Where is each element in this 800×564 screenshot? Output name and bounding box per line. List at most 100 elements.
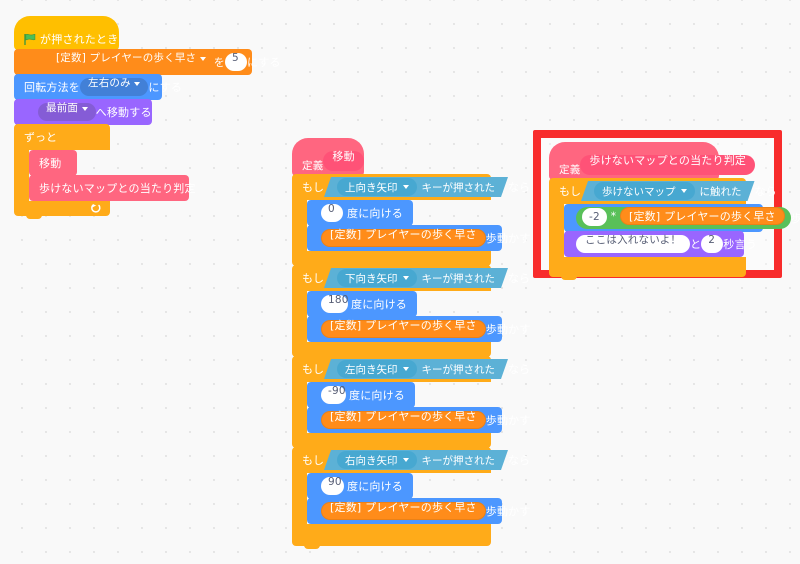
direction-input-up[interactable]: 0 <box>321 204 343 222</box>
set-value-input[interactable]: 5 <box>224 53 247 71</box>
variable-walk-speed[interactable]: [定数] プレイヤーの歩く早さ <box>321 411 486 429</box>
if-touching-foot <box>549 257 746 280</box>
if-down-arm <box>292 291 307 342</box>
layer-dropdown[interactable]: 最前面 <box>38 103 96 121</box>
then-label: なら <box>508 181 530 194</box>
block-if-up-arrow[interactable]: もし 上向き矢印 キーが押された なら 0 度に向ける [定数] プレイヤーの歩… <box>292 174 530 269</box>
move-steps-suffix: 歩動かす <box>485 231 531 245</box>
if-right-contents: 90 度に向ける [定数] プレイヤーの歩く早さ 歩動かす <box>307 473 530 527</box>
multiplier-input[interactable]: -2 <box>582 207 607 226</box>
block-move-negative-steps[interactable]: -2 * [定数] プレイヤーの歩く早さ 歩動かす <box>564 204 800 235</box>
forever-label-row: ずっと <box>14 124 110 150</box>
block-point-in-direction-down[interactable]: 180 度に向ける <box>307 291 417 320</box>
block-move-steps-left[interactable]: [定数] プレイヤーの歩く早さ 歩動かす <box>307 407 530 436</box>
forever-contents: 移動 歩けないマップとの当たり判定 <box>29 150 196 204</box>
rotation-style-prefix: 回転方法を <box>24 80 80 94</box>
say-message-input[interactable]: ここは入れないよ！ <box>576 235 691 253</box>
then-label: なら <box>508 272 530 285</box>
procedure-name-move: 移動 <box>323 151 364 171</box>
direction-input-right[interactable]: 90 <box>321 477 344 495</box>
script-move-definition[interactable]: 定義 移動 もし 上向き矢印 キーが押された なら 0 度に向ける [定数] プ… <box>292 138 530 549</box>
then-label: なら <box>508 454 530 467</box>
block-if-left-arrow[interactable]: もし 左向き矢印 キーが押された なら -90 度に向ける [定数] プレイヤー… <box>292 356 530 451</box>
if-touching-header: もし 歩けないマップ に触れた なら <box>549 178 777 204</box>
block-if-down-arrow[interactable]: もし 下向き矢印 キーが押された なら 180 度に向ける [定数] プレイヤー… <box>292 265 530 360</box>
say-seconds-input[interactable]: 2 <box>701 235 724 253</box>
then-label: なら <box>508 363 530 376</box>
if-down-contents: 180 度に向ける [定数] プレイヤーの歩く早さ 歩動かす <box>307 291 530 345</box>
if-right-arm <box>292 473 307 524</box>
block-move-steps-right[interactable]: [定数] プレイヤーの歩く早さ 歩動かす <box>307 498 530 527</box>
go-to-layer-suffix: へ移動する <box>95 105 152 119</box>
block-point-in-direction-up[interactable]: 0 度に向ける <box>307 200 413 229</box>
if-left-arm <box>292 382 307 433</box>
block-move-steps-down[interactable]: [定数] プレイヤーの歩く早さ 歩動かす <box>307 316 530 345</box>
block-workspace-canvas[interactable]: が押されたとき [定数] プレイヤーの歩く早さ を 5 にする 回転方法を 左右… <box>0 0 800 564</box>
block-point-in-direction-left[interactable]: -90 度に向ける <box>307 382 415 411</box>
block-define-move[interactable]: 定義 移動 <box>292 138 364 176</box>
direction-input-down[interactable]: 180 <box>321 295 348 313</box>
if-label: もし <box>302 363 324 376</box>
block-point-in-direction-right[interactable]: 90 度に向ける <box>307 473 413 502</box>
forever-label: ずっと <box>24 131 57 144</box>
block-key-pressed-right[interactable]: 右向き矢印 キーが押された <box>324 450 508 470</box>
key-pressed-label: キーが押された <box>421 181 495 194</box>
direction-suffix-label: 度に向ける <box>347 206 403 220</box>
block-multiply-operator[interactable]: -2 * [定数] プレイヤーの歩く早さ <box>576 207 791 229</box>
block-go-to-layer[interactable]: 最前面 へ移動する <box>14 99 152 128</box>
block-say-for-seconds[interactable]: ここは入れないよ！ と 2 秒言う <box>564 231 757 260</box>
say-suffix-label: 秒言う <box>723 237 757 251</box>
touching-target-dropdown[interactable]: 歩けないマップ <box>594 182 695 200</box>
call-move-label: 移動 <box>39 156 62 170</box>
block-touching[interactable]: 歩けないマップ に触れた <box>581 181 755 201</box>
if-right-foot <box>292 524 491 549</box>
block-key-pressed-down[interactable]: 下向き矢印 キーが押された <box>324 268 508 288</box>
green-flag-icon <box>24 33 36 45</box>
call-collision-label: 歩けないマップとの当たり判定 <box>39 181 196 195</box>
if-up-header: もし 上向き矢印 キーが押された なら <box>292 174 530 200</box>
key-dropdown-up[interactable]: 上向き矢印 <box>337 178 417 196</box>
block-move-steps-up[interactable]: [定数] プレイヤーの歩く早さ 歩動かす <box>307 225 530 254</box>
block-set-rotation-style[interactable]: 回転方法を 左右のみ にする <box>14 74 182 103</box>
variable-walk-speed[interactable]: [定数] プレイヤーの歩く早さ <box>619 207 785 225</box>
say-and-label: と <box>690 237 702 251</box>
block-when-flag-clicked[interactable]: が押されたとき <box>14 16 119 53</box>
variable-walk-speed[interactable]: [定数] プレイヤーの歩く早さ <box>321 320 486 338</box>
block-set-variable[interactable]: [定数] プレイヤーの歩く早さ を 5 にする <box>14 49 280 78</box>
block-forever[interactable]: ずっと 移動 歩けないマップとの当たり判定 <box>14 124 252 219</box>
block-define-collision[interactable]: 定義 歩けないマップとの当たり判定 <box>549 142 756 180</box>
key-dropdown-left[interactable]: 左向き矢印 <box>337 360 417 378</box>
if-label: もし <box>302 454 324 467</box>
block-if-right-arrow[interactable]: もし 右向き矢印 キーが押された なら 90 度に向ける [定数] プレイヤーの… <box>292 447 530 549</box>
variable-dropdown-walk-speed[interactable]: [定数] プレイヤーの歩く早さ <box>48 53 214 71</box>
move-steps-suffix: 歩動かす <box>485 413 531 427</box>
chevron-down-icon <box>403 276 409 280</box>
script-main[interactable]: が押されたとき [定数] プレイヤーの歩く早さ を 5 にする 回転方法を 左右… <box>14 16 280 219</box>
set-to-label: を <box>213 55 225 69</box>
variable-walk-speed[interactable]: [定数] プレイヤーの歩く早さ <box>321 502 486 520</box>
block-key-pressed-left[interactable]: 左向き矢印 キーが押された <box>324 359 508 379</box>
block-key-pressed-up[interactable]: 上向き矢印 キーが押された <box>324 177 508 197</box>
chevron-down-icon <box>403 367 409 371</box>
script-collision-definition[interactable]: 定義 歩けないマップとの当たり判定 もし 歩けないマップ に触れた なら -2 … <box>549 142 800 280</box>
rotation-style-suffix: にする <box>148 80 183 94</box>
then-label: なら <box>754 185 777 198</box>
block-if-touching[interactable]: もし 歩けないマップ に触れた なら -2 * [定数] プレイヤーの歩く早さ … <box>549 178 800 280</box>
set-suffix-label: にする <box>246 55 281 69</box>
block-call-collision[interactable]: 歩けないマップとの当たり判定 <box>29 175 196 204</box>
if-touching-arm <box>549 204 564 257</box>
if-right-header: もし 右向き矢印 キーが押された なら <box>292 447 530 473</box>
if-left-header: もし 左向き矢印 キーが押された なら <box>292 356 530 382</box>
key-dropdown-right[interactable]: 右向き矢印 <box>337 451 417 469</box>
if-up-contents: 0 度に向ける [定数] プレイヤーの歩く早さ 歩動かす <box>307 200 530 254</box>
if-left-foot <box>292 433 491 451</box>
chevron-down-icon <box>81 107 88 111</box>
rotation-style-dropdown[interactable]: 左右のみ <box>80 78 149 96</box>
direction-input-left[interactable]: -90 <box>321 386 346 404</box>
chevron-down-icon <box>681 189 687 193</box>
if-touching-contents: -2 * [定数] プレイヤーの歩く早さ 歩動かす ここは入れないよ！ と 2 <box>564 204 800 260</box>
variable-walk-speed[interactable]: [定数] プレイヤーの歩く早さ <box>321 229 486 247</box>
if-down-foot <box>292 342 491 360</box>
block-call-move[interactable]: 移動 <box>29 150 77 179</box>
key-dropdown-down[interactable]: 下向き矢印 <box>337 269 417 287</box>
